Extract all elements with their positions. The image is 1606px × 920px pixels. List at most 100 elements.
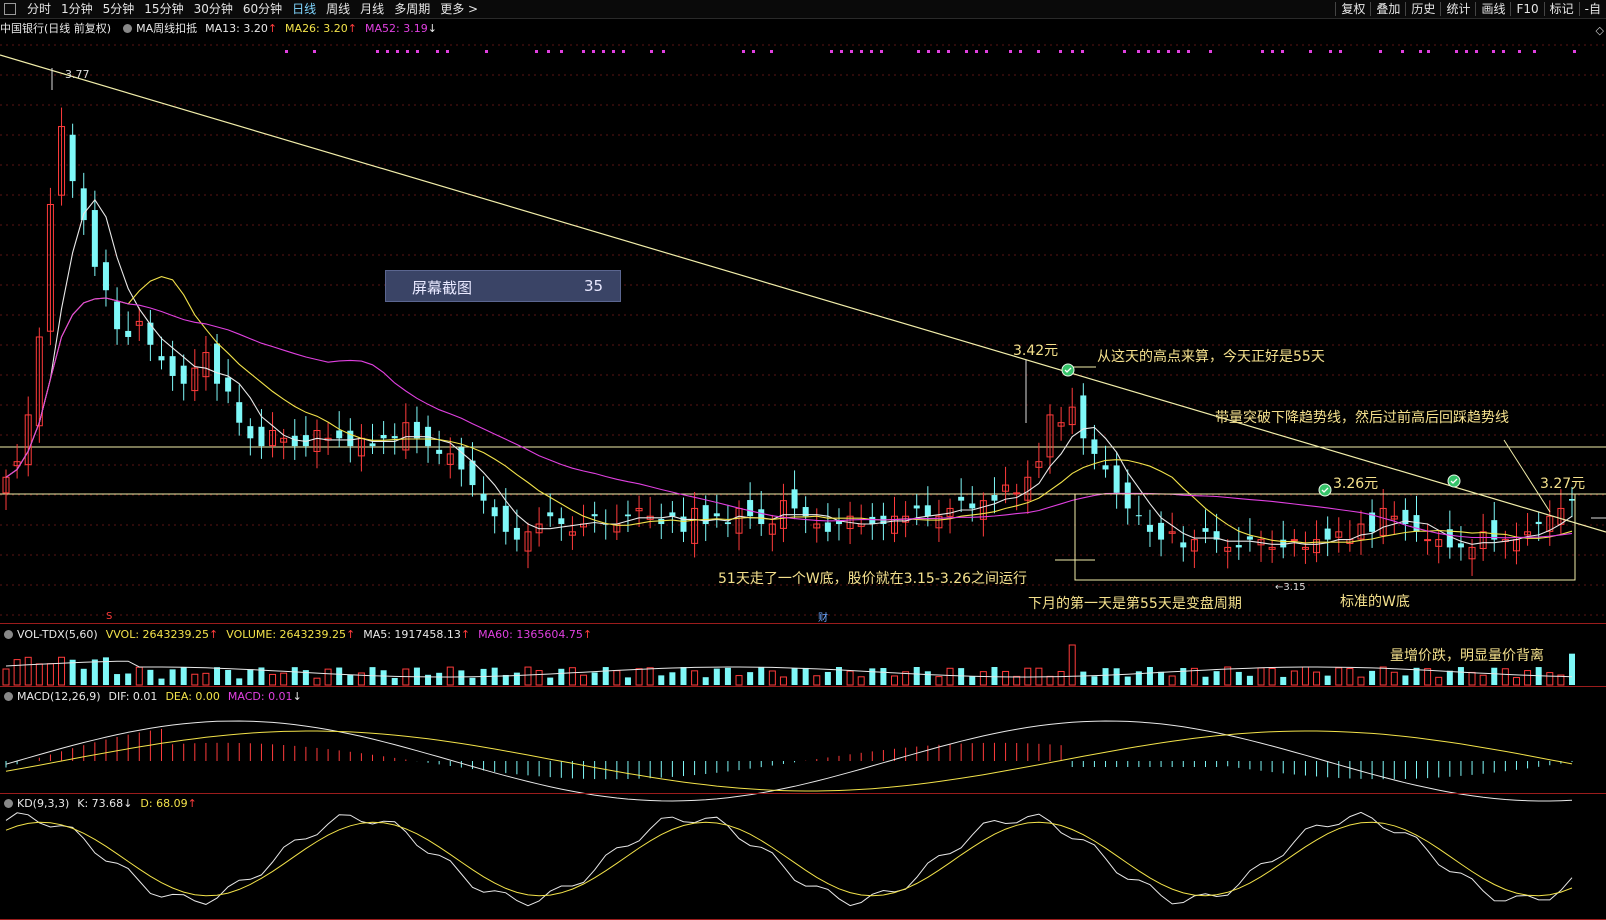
deduction-dot <box>1167 50 1170 53</box>
check-circle-icon <box>1447 474 1461 488</box>
volume-bar <box>891 675 899 686</box>
volume-bar <box>1268 667 1276 686</box>
deduction-dot <box>947 50 950 53</box>
screenshot-badge[interactable]: 屏幕截图 35 <box>385 270 621 302</box>
candlesticks <box>2 107 1575 576</box>
user-drawings <box>0 54 1606 581</box>
cai-marker[interactable]: 财 <box>818 609 828 624</box>
volume-bar <box>1290 670 1298 686</box>
volume-bar <box>1479 674 1487 686</box>
deduction-dot <box>1209 50 1212 53</box>
candle-body <box>102 262 109 291</box>
volume-bar <box>979 671 987 686</box>
volume-bar <box>924 671 931 685</box>
volume-bar <box>846 670 854 686</box>
volume-bar <box>791 668 798 685</box>
volume-bar <box>713 668 720 685</box>
volume-bar <box>236 678 243 685</box>
volume-bar <box>1068 644 1076 686</box>
volume-bar <box>1390 671 1398 686</box>
deduction-dot <box>985 50 988 53</box>
volume-bar <box>768 670 776 686</box>
vol-ma60-value: MA60: 1365604.75 <box>478 627 583 641</box>
candle-body <box>1413 515 1420 532</box>
volume-bar <box>602 667 609 685</box>
candle-body <box>114 301 121 330</box>
volume-bar <box>1235 671 1242 685</box>
volume-bar <box>635 668 643 686</box>
vol-ma5-line <box>5 660 1573 678</box>
low-price-label: ←3.15 <box>1275 582 1306 593</box>
volume-bar <box>425 674 432 685</box>
deduction-dot <box>485 50 488 53</box>
volume-bar <box>513 672 520 685</box>
candle-body <box>1457 543 1464 548</box>
volume-bar <box>324 668 332 686</box>
price-label-327: 3.27元 <box>1540 476 1586 492</box>
macd-name: MACD(12,26,9) <box>17 689 101 703</box>
volume-bar <box>702 677 709 685</box>
deduction-dot <box>1475 50 1478 53</box>
volume-bar <box>1457 667 1464 685</box>
volume-bar <box>913 667 920 685</box>
deduction-dot <box>560 50 563 53</box>
vol-legend: VOL-TDX(5,60) VVOL: 2643239.25 ↑ VOLUME: … <box>0 626 600 642</box>
volume-bar <box>291 667 298 685</box>
volume-bar <box>225 669 232 685</box>
price-label-342: 3.42元 <box>1013 343 1059 359</box>
deduction-dot <box>285 50 288 53</box>
volume-bar <box>568 667 576 686</box>
volume-bar <box>1091 676 1098 685</box>
macd-toggle-icon[interactable] <box>4 691 13 701</box>
volume-bar <box>747 672 754 685</box>
dea-value: DEA: 0.00 <box>165 689 220 703</box>
volume-bar <box>1369 670 1376 685</box>
volume-bar <box>180 667 187 685</box>
volume-bar <box>202 672 210 686</box>
volume-bar <box>958 668 965 685</box>
volume-bar <box>1335 667 1343 686</box>
candle-body <box>869 516 876 525</box>
kd-legend: KD(9,3,3) K: 73.68 ↓ D: 68.09 ↑ <box>0 795 205 811</box>
candle-body <box>924 505 931 517</box>
deduction-dot <box>1281 50 1284 53</box>
dea-line <box>5 730 1573 792</box>
deduction-dot <box>1573 50 1576 53</box>
volume-bar <box>535 670 543 686</box>
volume-bar <box>1158 671 1165 685</box>
vol-name: VOL-TDX(5,60) <box>17 627 98 641</box>
vol-toggle-icon[interactable] <box>4 629 13 639</box>
volume-bar <box>1280 676 1287 685</box>
volume-bar <box>691 670 699 686</box>
diamond-icon[interactable]: ◇ <box>1596 24 1604 37</box>
check-circle-icon <box>1061 363 1075 377</box>
volume-bar <box>1313 671 1321 686</box>
volume-bar <box>558 668 565 685</box>
volume-bar <box>446 666 454 686</box>
deduction-dot <box>1009 50 1012 53</box>
deduction-dot <box>965 50 968 53</box>
kd-toggle-icon[interactable] <box>4 798 13 808</box>
candle-body <box>1080 395 1087 439</box>
kline-chart[interactable] <box>0 0 1606 920</box>
candle-body <box>336 430 343 439</box>
candle-body <box>158 356 165 361</box>
s-marker[interactable]: S <box>106 611 112 622</box>
deduction-dot <box>547 50 550 53</box>
volume-bar <box>1013 675 1021 686</box>
volume-bar <box>1168 675 1176 686</box>
deduction-dot <box>850 50 853 53</box>
note-wbottom: 51天走了一个W底，股价就在3.15-3.26之间运行 <box>718 571 1028 587</box>
dif-value: DIF: 0.01 <box>108 689 158 703</box>
deduction-dot <box>742 50 745 53</box>
deduction-dot <box>1137 50 1140 53</box>
candle-body <box>1091 439 1098 454</box>
candle-body <box>624 514 631 517</box>
volume-bar <box>158 678 165 685</box>
volume-bar <box>613 670 621 686</box>
candle-body <box>91 210 98 267</box>
volume-bar <box>1301 666 1309 686</box>
candle-body <box>1235 545 1242 548</box>
deduction-dot <box>840 50 843 53</box>
volume-bar <box>458 670 465 685</box>
